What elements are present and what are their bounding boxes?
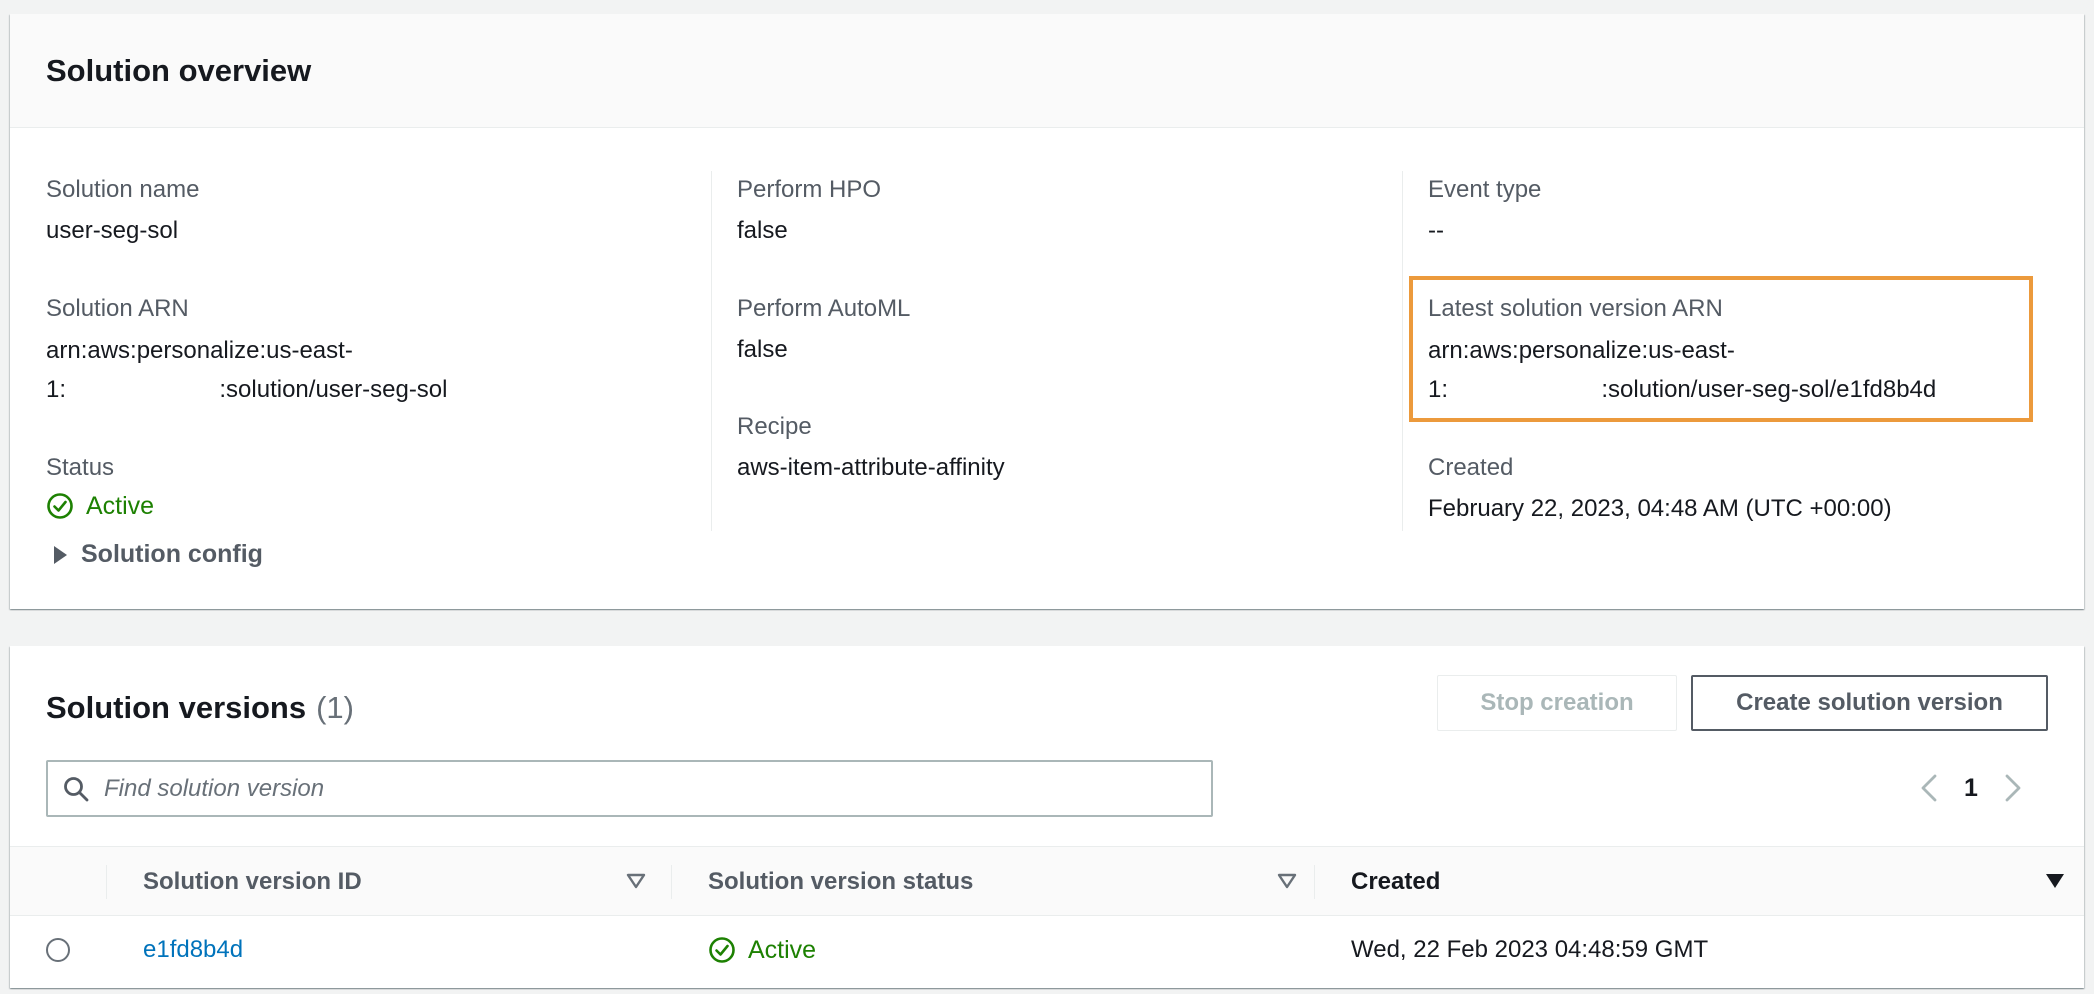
- page-number[interactable]: 1: [1964, 774, 1978, 803]
- sort-desc-icon[interactable]: [2045, 871, 2065, 891]
- overview-column-2: Perform HPO false Perform AutoML false R…: [737, 157, 1397, 529]
- versions-count: (1): [316, 690, 354, 725]
- solution-config-expander[interactable]: Solution config: [54, 540, 263, 569]
- stop-creation-button[interactable]: Stop creation: [1437, 675, 1677, 731]
- sort-icon[interactable]: [626, 871, 646, 891]
- overview-column-1: Solution name user-seg-sol Solution ARN …: [46, 157, 706, 568]
- solution-overview-panel: Solution overview Solution name user-seg…: [10, 14, 2084, 609]
- event-type-value: --: [1428, 217, 1444, 244]
- chevron-left-icon[interactable]: [1920, 773, 1938, 803]
- pagination: 1: [1920, 766, 2022, 810]
- perform-hpo-value: false: [737, 217, 788, 244]
- created-label: Created: [1428, 454, 1514, 481]
- solution-arn-line-1: arn:aws:personalize:us-east-: [46, 337, 353, 364]
- created-field: Created February 22, 2023, 04:48 AM (UTC…: [1428, 453, 1892, 528]
- column-divider: [711, 171, 712, 531]
- recipe-value: aws-item-attribute-affinity: [737, 454, 1005, 481]
- row-select-radio[interactable]: [46, 938, 70, 962]
- perform-hpo-label: Perform HPO: [737, 176, 882, 203]
- solution-name-label: Solution name: [46, 176, 200, 203]
- version-id-cell: e1fd8b4d: [143, 917, 243, 983]
- recipe-field: Recipe aws-item-attribute-affinity: [737, 412, 1005, 487]
- status-label: Status: [46, 454, 115, 481]
- solution-arn-field: Solution ARN arn:aws:personalize:us-east…: [46, 294, 447, 409]
- versions-header: Solution versions (1): [46, 690, 354, 726]
- version-id-link[interactable]: e1fd8b4d: [143, 936, 243, 964]
- highlight-box: [1409, 276, 2033, 422]
- column-header-version-id[interactable]: Solution version ID: [143, 847, 362, 917]
- table-row: e1fd8b4d Active Wed, 22 Feb 2023 04:48:5…: [10, 917, 2084, 983]
- caret-right-icon: [54, 545, 67, 564]
- column-separator: [106, 865, 107, 899]
- event-type-field: Event type --: [1428, 175, 1541, 250]
- created-value: February 22, 2023, 04:48 AM (UTC +00:00): [1428, 495, 1892, 522]
- create-solution-version-button[interactable]: Create solution version: [1691, 675, 2048, 731]
- perform-automl-label: Perform AutoML: [737, 295, 911, 322]
- versions-title: Solution versions: [46, 690, 307, 725]
- overview-header: Solution overview: [10, 14, 2084, 128]
- status-field: Status Active: [46, 453, 154, 524]
- search-input[interactable]: [104, 774, 1184, 803]
- check-circle-icon: [709, 937, 735, 963]
- chevron-right-icon[interactable]: [2004, 773, 2022, 803]
- solution-name-value: user-seg-sol: [46, 217, 179, 244]
- column-separator: [671, 865, 672, 899]
- perform-hpo-field: Perform HPO false: [737, 175, 881, 250]
- solution-versions-panel: Solution versions (1) Stop creation Crea…: [10, 646, 2084, 988]
- column-divider: [1402, 171, 1403, 531]
- perform-automl-value: false: [737, 336, 788, 363]
- overview-title: Solution overview: [46, 52, 312, 88]
- search-box: [46, 760, 1213, 817]
- solution-name-field: Solution name user-seg-sol: [46, 175, 199, 250]
- solution-arn-line-2: 1: :solution/user-seg-sol: [46, 376, 448, 403]
- sort-icon[interactable]: [1277, 871, 1297, 891]
- status-value: Active: [46, 488, 154, 524]
- solution-config-label: Solution config: [81, 540, 263, 568]
- column-separator: [1314, 865, 1315, 899]
- column-header-created[interactable]: Created: [1351, 847, 1440, 917]
- version-status-text: Active: [748, 936, 817, 964]
- check-circle-icon: [47, 493, 73, 519]
- recipe-label: Recipe: [737, 413, 812, 440]
- table-header: Solution version ID Solution version sta…: [10, 846, 2084, 916]
- perform-automl-field: Perform AutoML false: [737, 294, 910, 369]
- status-text: Active: [86, 492, 155, 520]
- version-status: Active: [708, 932, 816, 968]
- search-icon: [64, 776, 89, 801]
- version-status-cell: Active: [708, 917, 816, 983]
- version-created-cell: Wed, 22 Feb 2023 04:48:59 GMT: [1351, 936, 1709, 963]
- column-header-version-status[interactable]: Solution version status: [708, 847, 973, 917]
- solution-arn-label: Solution ARN: [46, 295, 189, 322]
- event-type-label: Event type: [1428, 176, 1542, 203]
